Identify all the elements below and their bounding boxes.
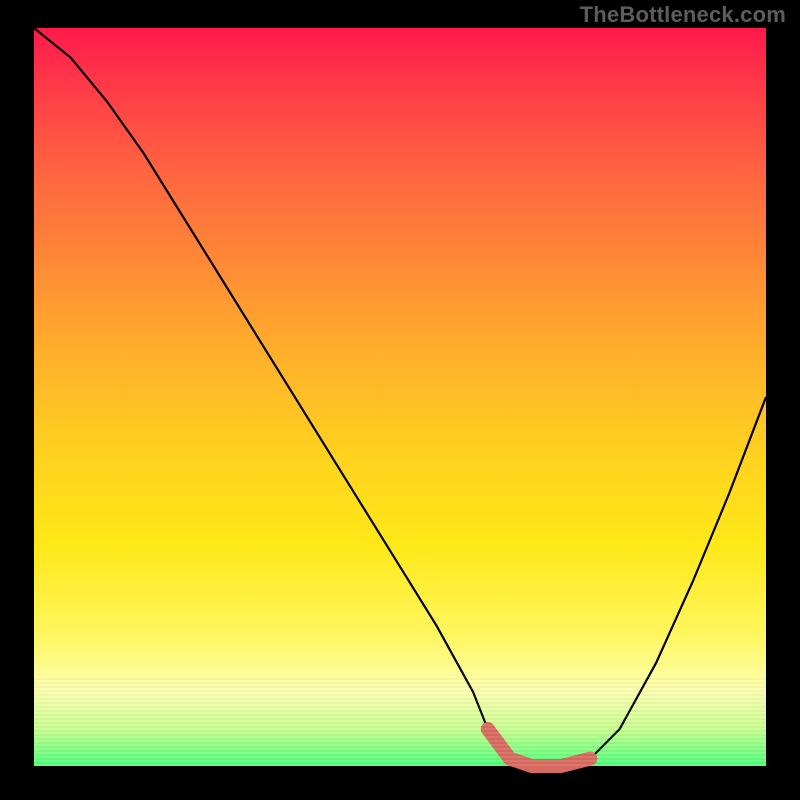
- plot-area: [34, 28, 766, 766]
- optimal-start-dot: [481, 722, 495, 736]
- chart-frame: TheBottleneck.com: [0, 0, 800, 800]
- watermark-text: TheBottleneck.com: [580, 2, 786, 28]
- bottleneck-curve: [34, 28, 766, 766]
- optimal-range-highlight: [488, 729, 591, 766]
- curve-svg: [34, 28, 766, 766]
